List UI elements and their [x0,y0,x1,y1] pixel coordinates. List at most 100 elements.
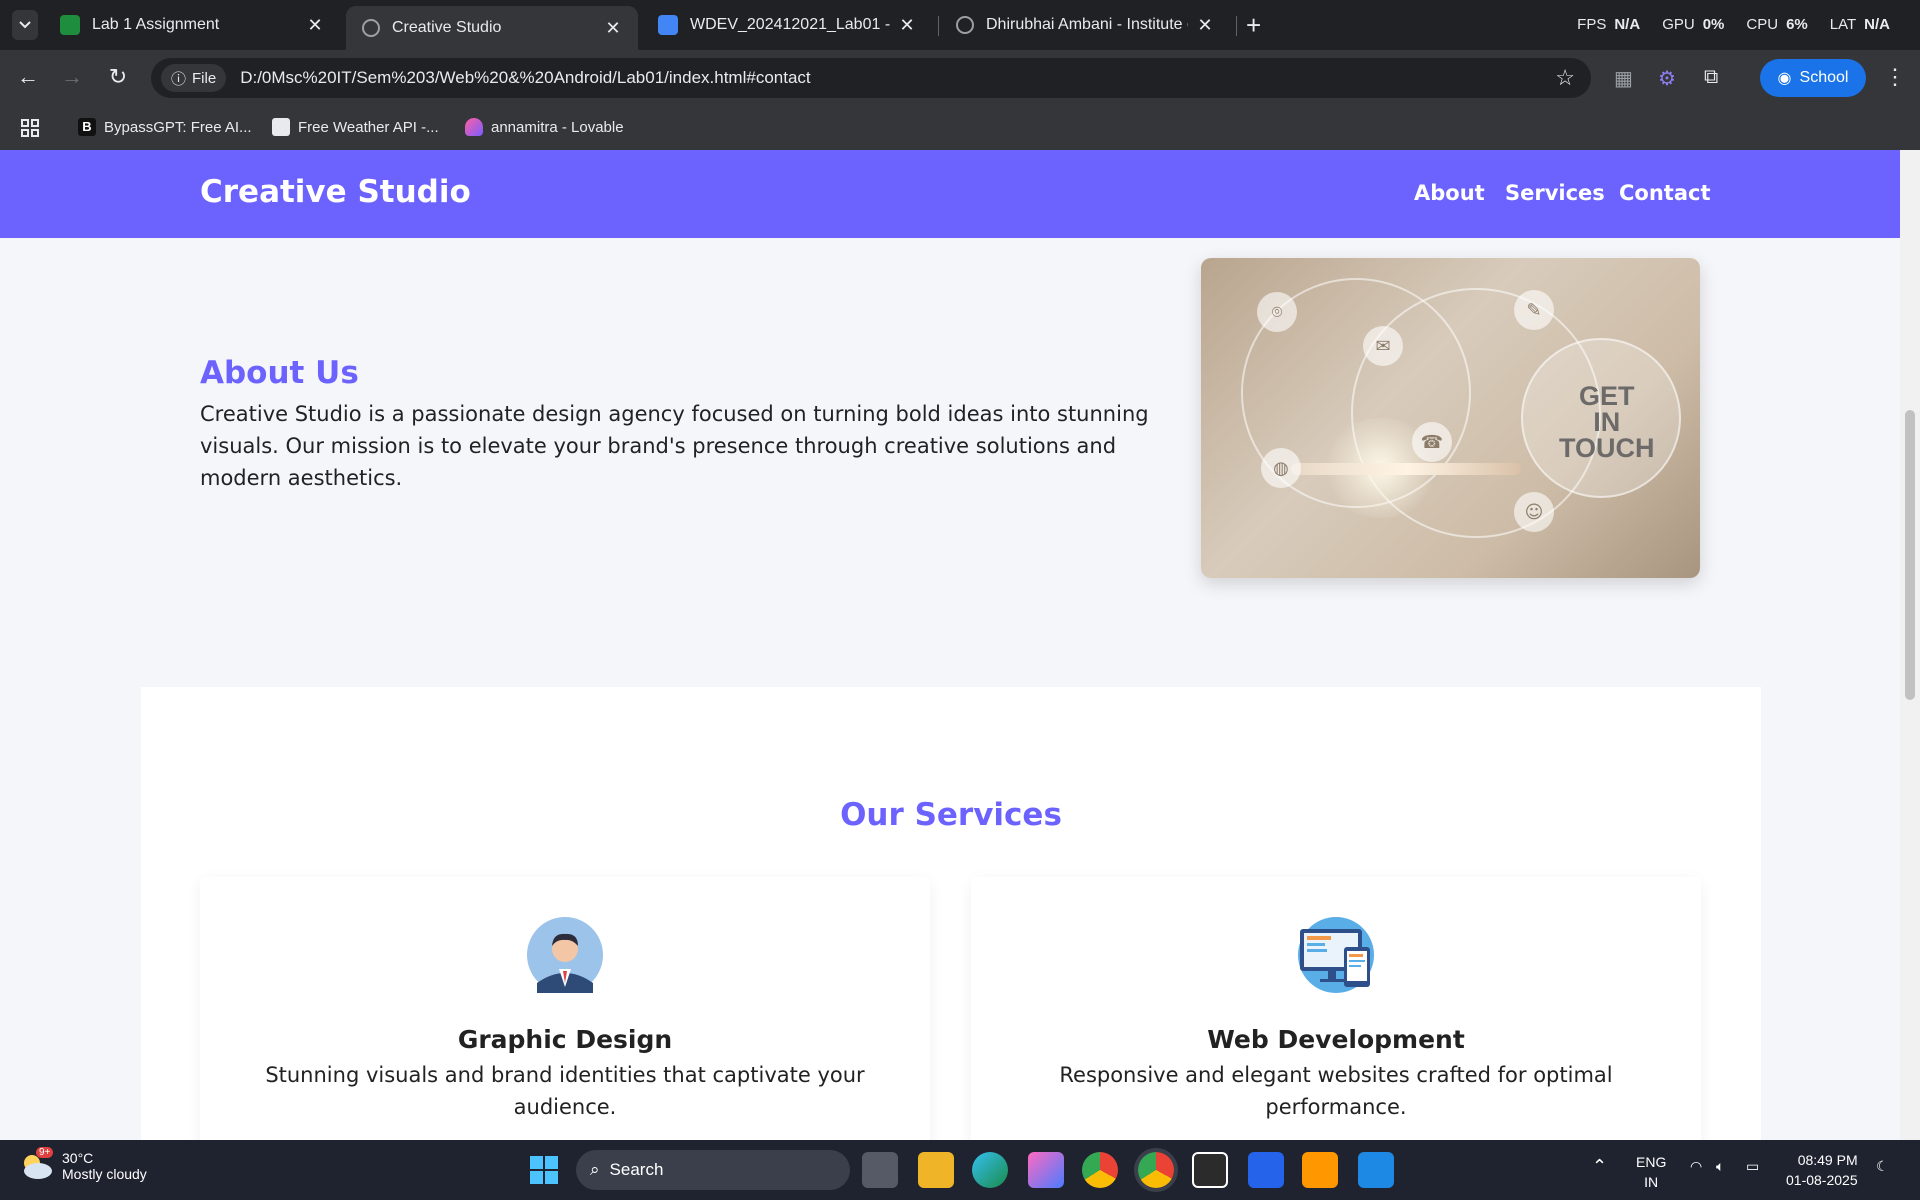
image-tablet [1291,463,1521,475]
get-in-touch-image: ⌾ ✎ ✉ ☎ ◍ ☺ GET IN TOUCH [1201,258,1700,578]
cloudy-weather-icon: 9+ [20,1147,54,1181]
tab-title: WDEV_202412021_Lab01 - Goo [690,16,890,33]
bookmarks-bar: B BypassGPT: Free AI... Free Weather API… [0,106,1920,150]
page-scrollbar[interactable] [1900,150,1920,1140]
bypassgpt-icon: B [78,118,96,136]
task-view-icon[interactable] [862,1152,898,1188]
lovable-heart-icon [465,118,483,136]
services-heading: Our Services [840,797,1062,833]
tab-divider [1236,16,1237,36]
browser-toolbar: ← → ↻ ⓘ File D:/0Msc%20IT/Sem%203/Web%20… [0,50,1920,106]
language-indicator[interactable]: ENG IN [1636,1152,1666,1192]
cpu-value: 6% [1786,16,1808,33]
tab-divider [938,16,939,36]
back-button[interactable]: ← [14,64,42,90]
app-icon[interactable] [1192,1152,1228,1188]
apps-grid-icon[interactable] [20,118,40,138]
service-description: Responsive and elegant websites crafted … [1059,1063,1613,1119]
tab-dhirubhai-ambani[interactable]: Dhirubhai Ambani - Institute of ✕ [940,6,1230,44]
wifi-icon[interactable]: ◠ [1690,1158,1702,1175]
clock-time: 08:49 PM [1797,1152,1858,1168]
taskbar-search[interactable]: ⌕ Search [576,1150,850,1190]
browser-menu-icon[interactable]: ⋮ [1884,64,1906,90]
language-line1: ENG [1636,1154,1667,1170]
lat-value: N/A [1864,16,1890,33]
arrow-right-icon: → [61,64,83,89]
tab-title: Lab 1 Assignment [92,16,220,33]
image-word: GET [1579,381,1635,411]
tab-lab1-assignment[interactable]: Lab 1 Assignment ✕ [44,6,340,44]
designer-avatar-icon [527,917,603,993]
bookmark-annamitra[interactable]: annamitra - Lovable [465,118,624,136]
extension-icon[interactable]: ▦ [1614,66,1633,91]
tab-wdev-doc[interactable]: WDEV_202412021_Lab01 - Goo ✕ [642,6,932,44]
reload-icon: ↻ [108,64,128,89]
pencil-icon: ✎ [1514,290,1554,330]
bookmark-label: BypassGPT: Free AI... [104,118,252,136]
classroom-icon [60,15,80,35]
copilot-icon[interactable] [1028,1152,1064,1188]
chevron-down-icon [19,21,31,29]
volume-icon[interactable]: 🔈︎ [1716,1158,1724,1175]
about-heading: About Us [200,355,359,391]
page-viewport: Creative Studio About Services Contact A… [0,150,1900,1140]
vscode-icon[interactable] [1358,1152,1394,1188]
close-tab-icon[interactable]: ✕ [898,15,916,36]
bookmark-label: annamitra - Lovable [491,118,624,136]
service-title: Web Development [1207,1025,1465,1054]
close-tab-icon[interactable]: ✕ [604,18,622,39]
chrome-profile-icon[interactable] [1138,1152,1174,1188]
mail-icon: ✉ [1363,326,1403,366]
windows-taskbar: 9+ 30°C Mostly cloudy ⌕ Search ⌃ ENG IN … [0,1140,1920,1200]
service-description: Stunning visuals and brand identities th… [265,1063,865,1119]
site-brand[interactable]: Creative Studio [200,174,471,210]
forward-button[interactable]: → [58,64,86,90]
profile-button[interactable]: ◉ School [1760,59,1866,97]
address-bar[interactable]: ⓘ File D:/0Msc%20IT/Sem%203/Web%20&%20An… [151,58,1591,98]
gpu-label: GPU [1662,16,1695,33]
notifications-icon[interactable]: ☾ [1876,1158,1889,1175]
user-icon: ◉ [1777,70,1792,87]
bookmark-label: Free Weather API -... [298,118,439,136]
nav-link-services[interactable]: Services [1505,181,1605,205]
reload-button[interactable]: ↻ [104,64,132,90]
weather-widget[interactable]: 9+ 30°C Mostly cloudy [20,1147,147,1182]
extensions-puzzle-icon[interactable]: ⧉ [1704,66,1718,89]
arrow-left-icon: ← [17,64,39,89]
weather-temp: 30°C [62,1150,94,1166]
edge-browser-icon[interactable] [972,1152,1008,1188]
fps-label: FPS [1577,16,1607,33]
sublime-text-icon[interactable] [1302,1152,1338,1188]
tab-title: Dhirubhai Ambani - Institute of [986,16,1188,33]
new-tab-button[interactable]: + [1246,10,1261,41]
gpu-value: 0% [1702,16,1725,33]
lat-label: LAT [1829,16,1857,33]
tab-creative-studio[interactable]: Creative Studio ✕ [346,6,638,50]
clock-date: 01-08-2025 [1786,1172,1858,1188]
language-line2: IN [1644,1174,1659,1190]
close-tab-icon[interactable]: ✕ [1196,15,1214,36]
nav-link-about[interactable]: About [1414,181,1485,205]
bookmark-bypassgpt[interactable]: B BypassGPT: Free AI... [78,118,252,136]
weather-badge: 9+ [36,1147,54,1158]
bookmark-star-icon[interactable]: ☆ [1555,65,1575,91]
url-text[interactable]: D:/0Msc%20IT/Sem%203/Web%20&%20Android/L… [240,68,1555,88]
scrollbar-thumb[interactable] [1905,410,1915,700]
close-tab-icon[interactable]: ✕ [306,15,324,36]
file-explorer-icon[interactable] [918,1152,954,1188]
tab-search-button[interactable] [12,10,38,40]
settings-gear-icon[interactable]: ⚙ [1658,66,1676,91]
tray-chevron-up-icon[interactable]: ⌃ [1592,1156,1607,1177]
windows-start-button[interactable] [526,1152,562,1188]
site-info-chip[interactable]: ⓘ File [161,64,227,92]
image-word: TOUCH [1559,433,1655,463]
battery-icon[interactable]: ▭ [1746,1158,1759,1175]
globe-icon [956,16,974,34]
tab-title: Creative Studio [392,19,502,36]
nav-link-contact[interactable]: Contact [1619,181,1711,205]
bookmark-weather-api[interactable]: Free Weather API -... [272,118,439,136]
microsoft-store-icon[interactable] [1248,1152,1284,1188]
services-section: Our Services Graphic Design Stunning vis… [141,687,1761,1140]
chrome-icon[interactable] [1082,1152,1118,1188]
system-clock[interactable]: 08:49 PM 01-08-2025 [1786,1150,1858,1190]
